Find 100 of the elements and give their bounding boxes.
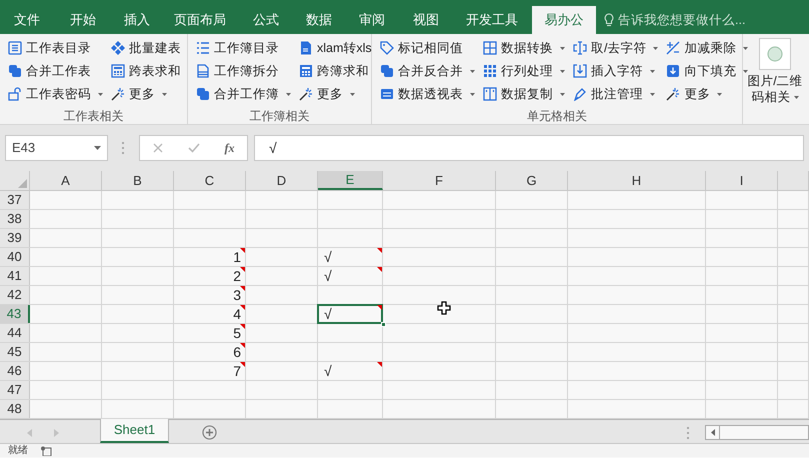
column-header[interactable]: C [174,171,246,190]
insert-icon [573,64,587,78]
table-cell[interactable]: √ [318,267,382,285]
ribbon-tab[interactable]: 视图 [400,6,452,34]
table-cell[interactable]: 2 [174,267,245,285]
row-header[interactable]: 40 [0,248,30,266]
confirm-icon[interactable] [188,143,200,153]
macro-record-icon[interactable] [40,446,52,456]
row-header[interactable]: 42 [0,286,30,304]
ribbon-button[interactable]: 标记相同值 [380,37,475,59]
table-cell[interactable]: 5 [174,324,245,342]
column-header[interactable]: H [568,171,706,190]
row-header[interactable]: 43 [0,305,30,323]
calculator-icon [111,64,125,78]
ribbon-button[interactable]: 工作簿拆分 [196,60,291,82]
ribbon-button[interactable]: 跨表求和 [111,60,181,82]
ribbon-tab[interactable]: 插入 [112,6,162,34]
plus-minus-icon [666,41,680,55]
ribbon-button[interactable]: 插入字符 [573,60,658,82]
add-sheet-icon[interactable] [202,425,217,440]
group-label: 工作表相关 [62,109,124,123]
row-header[interactable]: 47 [0,381,30,399]
sparkle-icon [299,87,313,101]
table-cell[interactable]: 7 [174,362,245,380]
active-cell[interactable]: √ [318,305,382,323]
diamonds-icon [111,41,125,55]
ribbon-button[interactable]: 批量建表 [111,37,181,59]
ribbon-tab[interactable]: 易办公 [532,6,596,34]
squares-icon [8,64,22,78]
caret-icon [94,146,101,150]
ribbon-button[interactable]: 批注管理 [573,83,658,105]
pen-icon [573,87,587,101]
fill-handle[interactable] [381,322,386,327]
ribbon-button[interactable]: 工作表密码 [8,83,103,105]
scroll-left-icon[interactable] [710,429,714,436]
ribbon-tab[interactable]: 开始 [54,6,112,34]
grid-icon [483,64,497,78]
ribbon-button[interactable]: 数据透视表 [380,83,475,105]
column-header[interactable]: A [30,171,102,190]
list-icon [196,41,210,55]
ribbon-button[interactable]: 更多 [299,83,372,105]
row-header[interactable]: 44 [0,324,30,342]
ribbon-button[interactable]: 取/去字符 [573,37,658,59]
row-header[interactable]: 38 [0,210,30,228]
ribbon-tab[interactable]: 审阅 [344,6,400,34]
ribbon-tab[interactable]: 页面布局 [162,6,238,34]
columns-icon [483,87,497,101]
ribbon-tab[interactable]: 数据 [294,6,344,34]
ribbon-tab[interactable]: 开发工具 [452,6,532,34]
table-cell[interactable]: 1 [174,248,245,266]
table-cell[interactable]: 3 [174,286,245,304]
column-header[interactable]: G [496,171,568,190]
squares-icon [380,64,394,78]
name-box[interactable]: E43 [5,135,108,161]
grip-icon[interactable] [687,427,690,439]
select-all-icon[interactable] [18,179,27,188]
column-header[interactable]: I [706,171,778,190]
row-header[interactable]: 48 [0,400,30,418]
ribbon-tab[interactable]: 文件 [0,6,54,34]
squares-icon [196,87,210,101]
table-cell[interactable]: 4 [174,305,245,323]
ribbon-button[interactable]: 合并工作表 [8,60,103,82]
row-header[interactable]: 41 [0,267,30,285]
sparkle-icon [666,87,680,101]
column-header[interactable]: F [383,171,496,190]
ribbon-button[interactable]: 合并工作簿 [196,83,291,105]
group-label: 工作簿相关 [248,109,310,123]
ribbon-button[interactable]: 数据复制 [483,83,565,105]
tag-icon [380,41,394,55]
formula-field[interactable]: √ [254,135,804,161]
ribbon-button[interactable]: 工作表目录 [8,37,103,59]
lock-icon [8,87,22,101]
tell-me-field[interactable]: 告诉我您想要做什么... [618,10,746,30]
cancel-icon[interactable] [152,143,162,153]
ribbon-button[interactable]: 数据转换 [483,37,565,59]
ribbon-button[interactable]: 合并反合并 [380,60,475,82]
row-header[interactable]: 37 [0,191,30,209]
table-cell[interactable]: 6 [174,343,245,361]
ribbon-button[interactable]: 行列处理 [483,60,565,82]
list-icon [8,41,22,55]
previous-sheet-icon[interactable] [27,429,32,437]
ribbon-tab[interactable]: 公式 [238,6,294,34]
ribbon-button[interactable]: xlam转xls [299,37,372,59]
row-header[interactable]: 46 [0,362,30,380]
column-header[interactable]: E [318,171,383,190]
table-cell[interactable]: √ [318,248,382,266]
sheet-tab[interactable]: Sheet1 [100,419,169,443]
next-sheet-icon[interactable] [54,429,59,437]
insert-function-button[interactable]: fx [224,139,234,157]
ribbon-button[interactable]: 工作簿目录 [196,37,291,59]
column-header[interactable]: B [102,171,174,190]
row-header[interactable]: 45 [0,343,30,361]
row-header[interactable]: 39 [0,229,30,247]
sparkle-icon [111,87,125,101]
horizontal-scrollbar[interactable] [705,425,809,440]
grid-icon [483,41,497,55]
table-cell[interactable]: √ [318,362,382,380]
ribbon-button[interactable]: 更多 [111,83,181,105]
ribbon-button[interactable]: 跨簿求和 [299,60,372,82]
document-icon [196,64,210,78]
